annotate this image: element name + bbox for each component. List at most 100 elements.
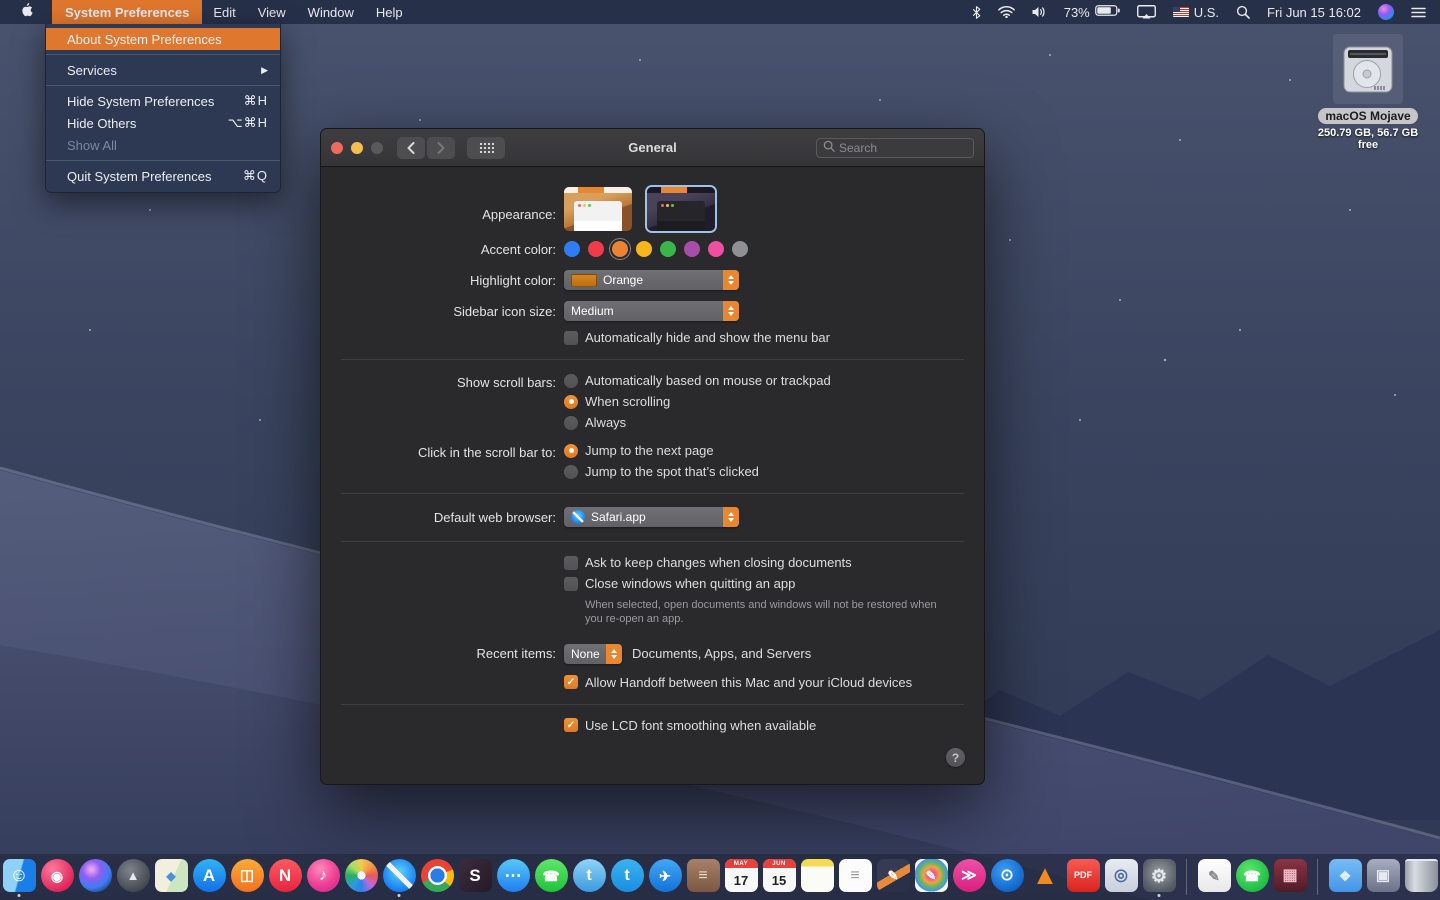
appearance-option-dark[interactable] [647,187,715,231]
menubar-edit[interactable]: Edit [202,0,246,24]
photos-dock-icon[interactable] [344,857,378,897]
show-all-preferences-button[interactable] [467,137,505,159]
itunes-dock-icon[interactable]: ♪ [306,857,340,897]
accent-swatch-gray[interactable] [732,241,748,257]
launchpad-dock-icon[interactable]: ▲ [116,857,150,897]
slack-dock-icon[interactable]: S [458,857,492,897]
search-input[interactable] [839,141,949,155]
photo-booth-dock-icon[interactable]: ▦ [1273,857,1307,897]
spotlight-search-icon[interactable] [1236,0,1250,24]
menubar-window[interactable]: Window [297,0,365,24]
menubar-help[interactable]: Help [365,0,414,24]
menubar-app-menu[interactable]: System Preferences [52,0,202,24]
maps-dock-icon[interactable]: ◆ [154,857,188,897]
menu-item-hide-system-preferences[interactable]: Hide System Preferences ⌘H [46,90,280,112]
radio-next-page[interactable] [564,444,578,458]
vlc-dock-icon[interactable]: ▲ [1028,857,1062,897]
ask-keep-changes-option[interactable]: Ask to keep changes when closing documen… [564,555,852,570]
calendar-dock-icon[interactable]: JUN15 [762,857,796,897]
handoff-option[interactable]: Allow Handoff between this Mac and your … [564,675,912,690]
minimize-button[interactable] [351,142,363,154]
dropbox-folder-dock-icon[interactable]: ❖ [1328,857,1362,897]
menu-item-about-system-preferences[interactable]: About System Preferences [46,28,280,50]
contacts-book-dock-icon[interactable]: ≡ [686,857,720,897]
radio-when-scrolling[interactable] [564,395,578,409]
menu-item-services[interactable]: Services [46,59,280,81]
chrome-dock-icon[interactable] [420,857,454,897]
accent-swatch-orange[interactable] [612,241,628,257]
radio-auto[interactable] [564,374,578,388]
twitterrific-dock-icon[interactable]: t [572,857,606,897]
siri-dock-icon[interactable] [78,857,112,897]
highlight-color-popup[interactable]: Orange [564,270,739,290]
preview-dock-icon[interactable]: ◎ [1104,857,1138,897]
appearance-option-light[interactable] [564,187,632,231]
autohide-menubar-option[interactable]: Automatically hide and show the menu bar [564,330,830,345]
scrollbars-option-auto[interactable]: Automatically based on mouse or trackpad [564,373,831,388]
twitter-dock-icon[interactable]: t [610,857,644,897]
textedit-dock-icon[interactable]: ✎ [1197,857,1231,897]
screenshots-stack-dock-icon[interactable]: ▣ [1366,857,1400,897]
notification-center-icon[interactable] [1411,0,1426,24]
preferences-search-field[interactable] [816,138,974,158]
notes-dock-icon[interactable] [800,857,834,897]
recent-items-popup[interactable]: None [564,644,622,664]
default-browser-popup[interactable]: Safari.app [564,507,739,527]
pixelmator-dock-icon[interactable]: ✎ [876,857,910,897]
finder-dock-icon[interactable]: ☺ [2,857,36,897]
safari-dock-icon[interactable] [382,857,416,897]
reminders-dock-icon[interactable]: ≡ [838,857,872,897]
facetime-dock-icon[interactable]: ☎ [534,857,568,897]
news-dock-icon[interactable]: N [268,857,302,897]
wifi-icon[interactable] [998,0,1015,24]
scroll-click-option-next-page[interactable]: Jump to the next page [564,443,759,458]
menu-item-hide-others[interactable]: Hide Others ⌥⌘H [46,112,280,134]
messages-dock-icon[interactable]: ⋯ [496,857,530,897]
close-button[interactable] [331,142,343,154]
accent-swatch-red[interactable] [588,241,604,257]
ask-keep-changes-checkbox[interactable] [564,556,578,570]
volume-icon[interactable] [1032,0,1047,24]
handoff-checkbox[interactable] [564,675,578,689]
scroll-click-option-spot[interactable]: Jump to the spot that’s clicked [564,464,759,479]
scrollbars-option-always[interactable]: Always [564,415,831,430]
battery-indicator[interactable]: 73% [1064,0,1120,24]
bluetooth-icon[interactable] [972,0,981,24]
back-button[interactable] [397,137,425,159]
menubar-clock[interactable]: Fri Jun 15 16:02 [1267,0,1361,24]
trash-dock-icon[interactable] [1404,857,1438,897]
accent-swatch-pink[interactable] [708,241,724,257]
radio-always[interactable] [564,416,578,430]
accent-swatch-green[interactable] [660,241,676,257]
scrollbars-option-when-scrolling[interactable]: When scrolling [564,394,831,409]
siri-icon[interactable] [1378,0,1394,24]
help-button[interactable]: ? [946,748,965,767]
app-store-dock-icon[interactable]: A [192,857,226,897]
camera-app-dock-icon[interactable]: ◉ [40,857,74,897]
airmail-dock-icon[interactable]: ≫ [952,857,986,897]
radio-spot-clicked[interactable] [564,465,578,479]
sidebar-size-popup[interactable]: Medium [564,301,739,321]
menu-item-quit-system-preferences[interactable]: Quit System Preferences ⌘Q [46,165,280,187]
window-titlebar[interactable]: General [321,129,984,167]
photo-editor-dock-icon[interactable]: ✎ [914,857,948,897]
close-windows-option[interactable]: Close windows when quitting an app [564,576,795,591]
close-windows-checkbox[interactable] [564,577,578,591]
menubar-view[interactable]: View [247,0,297,24]
system-preferences-dock-icon[interactable]: ⚙ [1142,857,1176,897]
autohide-checkbox[interactable] [564,331,578,345]
whatsapp-dock-icon[interactable]: ☎ [1235,857,1269,897]
onepassword-dock-icon[interactable]: ⊙ [990,857,1024,897]
pdf-expert-dock-icon[interactable]: PDF [1066,857,1100,897]
lcd-smoothing-checkbox[interactable] [564,718,578,732]
accent-swatch-blue[interactable] [564,241,580,257]
apple-menu[interactable] [0,0,52,24]
accent-swatch-yellow[interactable] [636,241,652,257]
accent-swatch-purple[interactable] [684,241,700,257]
spark-mail-dock-icon[interactable]: ✈ [648,857,682,897]
desktop-disk-icon[interactable]: macOS Mojave 250.79 GB, 56.7 GB free [1308,34,1428,151]
lcd-smoothing-option[interactable]: Use LCD font smoothing when available [564,718,816,733]
fantastical-calendar-dock-icon[interactable]: MAY17 [724,857,758,897]
airplay-display-icon[interactable] [1137,0,1156,24]
input-source-menu[interactable]: U.S. [1173,0,1219,24]
